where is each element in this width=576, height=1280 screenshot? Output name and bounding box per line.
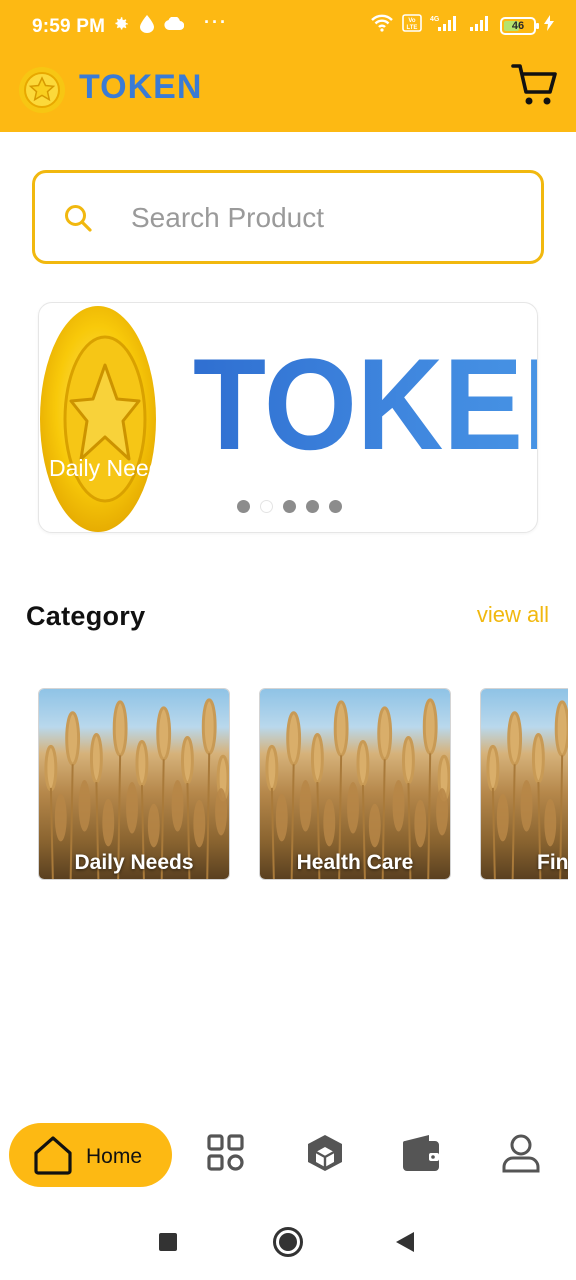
nav-home-label: Home [86, 1145, 143, 1168]
nav-categories-button[interactable] [205, 1133, 247, 1178]
cloud-icon [164, 17, 184, 31]
category-card-daily-needs[interactable]: Daily Needs [38, 688, 230, 880]
promo-banner-carousel[interactable]: Daily Needs TOKEN [38, 302, 538, 533]
banner-logo-text: TOKEN [193, 339, 537, 469]
back-icon[interactable] [396, 1232, 414, 1252]
svg-text:LTE: LTE [407, 25, 418, 31]
carousel-dot[interactable] [329, 500, 342, 513]
carousel-dot[interactable] [306, 500, 319, 513]
search-icon [63, 203, 93, 238]
nav-orders-button[interactable] [304, 1134, 346, 1176]
token-coin-logo-icon [18, 66, 66, 114]
svg-text:Vo: Vo [408, 18, 416, 24]
category-label: Daily Needs [74, 851, 194, 874]
status-right-icons: Vo LTE 4G 46 [370, 14, 554, 37]
carousel-dot-active[interactable] [260, 500, 273, 513]
water-drop-icon [140, 15, 154, 33]
settings-gear-icon [112, 15, 130, 33]
status-time: 9:59 PM [32, 16, 106, 37]
charging-bolt-icon [544, 15, 554, 36]
signal-4g-icon: 4G [430, 14, 460, 37]
status-left-icons [112, 15, 184, 33]
category-card-health-care[interactable]: Health Care [259, 688, 451, 880]
nav-profile-button[interactable] [500, 1134, 542, 1176]
banner-caption: Daily Needs [49, 455, 161, 481]
status-bar: 9:59 PM ··· Vo LTE 4G 46 [0, 0, 576, 54]
search-bar[interactable] [32, 170, 544, 264]
carousel-dot[interactable] [237, 500, 250, 513]
status-more-dots: ··· [204, 12, 228, 32]
carousel-indicator [237, 500, 342, 513]
nav-home-button[interactable]: Home [9, 1123, 172, 1187]
volte-icon: Vo LTE [402, 14, 422, 37]
box-icon [305, 1133, 345, 1178]
wallet-icon [401, 1133, 443, 1178]
view-all-link[interactable]: view all [477, 602, 549, 628]
category-label: Health Care [296, 851, 414, 874]
grid-icon [206, 1133, 246, 1178]
shopping-cart-icon [510, 60, 558, 113]
nav-wallet-button[interactable] [401, 1134, 443, 1176]
category-title: Category [26, 601, 146, 631]
top-app-bar: 9:59 PM ··· Vo LTE 4G 46 TOKEN [0, 0, 576, 132]
bottom-navigation: Home [0, 1118, 576, 1198]
recent-apps-icon[interactable] [159, 1233, 177, 1251]
carousel-dot[interactable] [283, 500, 296, 513]
category-list: Daily Needs Health Care Fin [38, 688, 568, 882]
profile-icon [501, 1133, 541, 1178]
home-system-icon[interactable] [273, 1227, 303, 1257]
cart-button[interactable] [508, 60, 560, 112]
signal-icon [468, 14, 492, 37]
app-header: TOKEN [0, 54, 576, 132]
system-navigation-bar [0, 1200, 576, 1280]
app-logo-text: TOKEN [79, 68, 203, 106]
battery-icon: 46 [500, 16, 539, 35]
wifi-icon [370, 14, 394, 37]
category-card-fin[interactable]: Fin [480, 688, 568, 880]
gold-coin-image [39, 305, 157, 532]
battery-level: 46 [511, 19, 525, 32]
search-input[interactable] [131, 199, 511, 237]
category-label: Fin [537, 851, 568, 874]
svg-text:4G: 4G [430, 16, 440, 23]
